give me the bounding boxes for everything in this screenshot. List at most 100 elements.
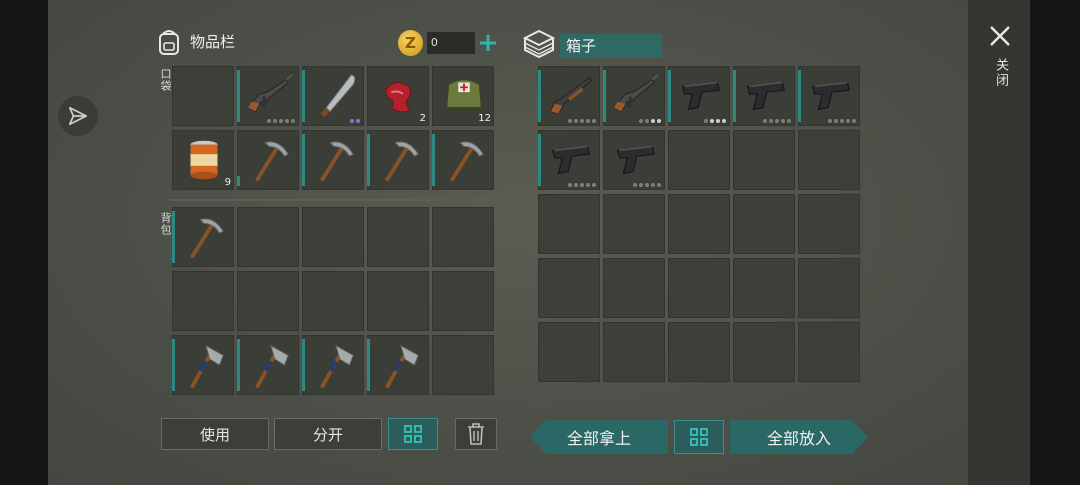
box-slot[interactable] bbox=[538, 194, 600, 254]
quality-dots bbox=[568, 183, 596, 187]
box-slot[interactable] bbox=[603, 66, 665, 126]
pocket-slot[interactable] bbox=[432, 130, 494, 190]
box-slot[interactable] bbox=[538, 322, 600, 382]
box-slot[interactable] bbox=[603, 194, 665, 254]
quality-dots bbox=[267, 119, 295, 123]
grid-sort-icon bbox=[690, 428, 708, 446]
durability-bar bbox=[302, 134, 305, 186]
pocket-slot[interactable] bbox=[302, 130, 364, 190]
pocket-slot[interactable] bbox=[237, 130, 299, 190]
box-slot[interactable] bbox=[733, 66, 795, 126]
backpack-slot[interactable] bbox=[302, 271, 364, 331]
close-label: 关闭 bbox=[993, 58, 1008, 88]
backpack-icon bbox=[159, 30, 179, 55]
split-button[interactable]: 分开 bbox=[274, 418, 382, 450]
pocket-slot[interactable] bbox=[367, 130, 429, 190]
grid-sort-icon bbox=[404, 425, 422, 443]
backpack-slot[interactable] bbox=[367, 335, 429, 395]
box-slot[interactable] bbox=[798, 258, 860, 318]
pistol-icon bbox=[812, 81, 850, 111]
backpack-slot[interactable] bbox=[237, 271, 299, 331]
box-slot[interactable] bbox=[538, 66, 600, 126]
box-slot[interactable] bbox=[603, 130, 665, 190]
close-button[interactable] bbox=[986, 22, 1014, 50]
box-grid bbox=[538, 66, 860, 382]
durability-bar bbox=[733, 70, 736, 122]
durability-bar bbox=[237, 339, 240, 391]
pocket-slot[interactable]: 9 bbox=[172, 130, 234, 190]
durability-bar bbox=[367, 134, 370, 186]
durability-bar bbox=[367, 339, 370, 391]
box-slot[interactable] bbox=[603, 258, 665, 318]
use-button[interactable]: 使用 bbox=[161, 418, 269, 450]
item-count: 12 bbox=[478, 113, 491, 124]
backpack-slot[interactable] bbox=[172, 335, 234, 395]
box-slot[interactable] bbox=[798, 194, 860, 254]
box-slot[interactable] bbox=[733, 130, 795, 190]
pickaxe-icon bbox=[190, 218, 224, 259]
hatchet-icon bbox=[190, 344, 224, 389]
pocket-slot[interactable]: 12 bbox=[432, 66, 494, 126]
box-slot[interactable] bbox=[798, 66, 860, 126]
durability-bar bbox=[668, 70, 671, 122]
box-slot[interactable] bbox=[798, 322, 860, 382]
durability-bar bbox=[538, 70, 541, 122]
box-slot[interactable] bbox=[668, 66, 730, 126]
pistol-icon bbox=[747, 81, 785, 111]
crate-icon bbox=[522, 29, 556, 59]
backpack-slot[interactable] bbox=[172, 207, 234, 267]
durability-bar bbox=[798, 70, 801, 122]
screen-bezel-right bbox=[1030, 0, 1080, 485]
box-slot[interactable] bbox=[538, 130, 600, 190]
pistol-icon bbox=[617, 145, 655, 175]
pickaxe-icon bbox=[320, 141, 354, 182]
box-slot[interactable] bbox=[733, 194, 795, 254]
pocket-slot[interactable] bbox=[237, 66, 299, 126]
machete-icon bbox=[320, 74, 356, 118]
plus-icon bbox=[480, 35, 497, 51]
send-icon[interactable] bbox=[58, 96, 98, 136]
quality-dots bbox=[639, 119, 661, 123]
backpack-slot[interactable] bbox=[367, 271, 429, 331]
box-slot[interactable] bbox=[668, 194, 730, 254]
pocket-slot[interactable] bbox=[172, 66, 234, 126]
sort-box-button[interactable] bbox=[674, 420, 724, 454]
box-slot[interactable] bbox=[798, 130, 860, 190]
box-slot[interactable] bbox=[538, 258, 600, 318]
backpack-slot[interactable] bbox=[302, 335, 364, 395]
pistol-icon bbox=[552, 145, 590, 175]
coin-balance: Z 0 bbox=[398, 28, 498, 58]
pocket-slot[interactable] bbox=[302, 66, 364, 126]
pickaxe-icon bbox=[385, 141, 419, 182]
inventory-header: 物品栏 bbox=[154, 26, 235, 56]
pocket-slot[interactable]: 2 bbox=[367, 66, 429, 126]
backpack-slot[interactable] bbox=[432, 335, 494, 395]
backpack-slot[interactable] bbox=[172, 271, 234, 331]
backpack-slot[interactable] bbox=[432, 271, 494, 331]
box-slot[interactable] bbox=[668, 322, 730, 382]
durability-bar bbox=[538, 134, 541, 186]
box-slot[interactable] bbox=[668, 130, 730, 190]
box-slot[interactable] bbox=[733, 322, 795, 382]
delete-button[interactable] bbox=[455, 418, 497, 450]
box-slot[interactable] bbox=[603, 322, 665, 382]
box-slot[interactable] bbox=[668, 258, 730, 318]
backpack-slot[interactable] bbox=[237, 207, 299, 267]
rifle-icon bbox=[613, 74, 659, 113]
pistol-icon bbox=[682, 81, 720, 111]
backpack-slot[interactable] bbox=[237, 335, 299, 395]
take-all-button[interactable]: 全部拿上 bbox=[530, 420, 668, 454]
backpack-slot[interactable] bbox=[367, 207, 429, 267]
durability-bar bbox=[302, 339, 305, 391]
box-title: 箱子 bbox=[560, 34, 662, 58]
box-slot[interactable] bbox=[733, 258, 795, 318]
put-all-button[interactable]: 全部放入 bbox=[730, 420, 868, 454]
backpack-label: 背包 bbox=[159, 212, 172, 236]
sort-inventory-button[interactable] bbox=[388, 418, 438, 450]
backpack-slot[interactable] bbox=[302, 207, 364, 267]
trash-icon bbox=[468, 423, 484, 445]
add-coins-button[interactable] bbox=[479, 33, 498, 53]
coin-icon: Z bbox=[398, 30, 423, 56]
backpack-slot[interactable] bbox=[432, 207, 494, 267]
box-header bbox=[522, 28, 556, 60]
